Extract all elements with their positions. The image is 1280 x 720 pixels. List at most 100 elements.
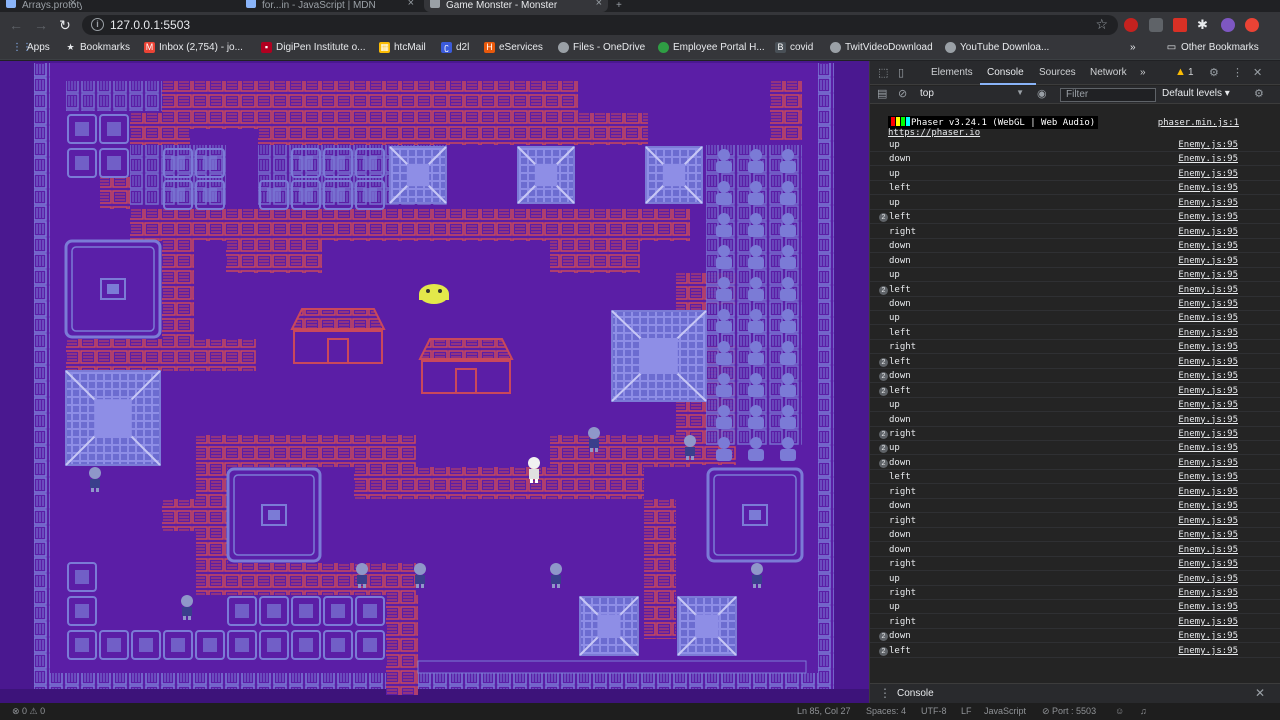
- indent-setting[interactable]: Spaces: 4: [866, 706, 906, 716]
- game-map[interactable]: [0, 61, 869, 703]
- log-source-link[interactable]: Enemy.js:95: [1178, 415, 1238, 425]
- log-source-link[interactable]: Enemy.js:95: [1178, 169, 1238, 179]
- drawer-menu-icon[interactable]: ⋮: [879, 686, 891, 700]
- log-source-link[interactable]: Enemy.js:95: [1178, 458, 1238, 468]
- device-toolbar-icon[interactable]: ▯: [898, 66, 904, 79]
- game-canvas[interactable]: [0, 61, 869, 703]
- console-settings-gear-icon[interactable]: ⚙: [1254, 87, 1264, 100]
- adblock-extension-icon[interactable]: [1124, 18, 1138, 32]
- log-source-link[interactable]: Enemy.js:95: [1178, 400, 1238, 410]
- other-bookmarks[interactable]: ▭ Other Bookmarks: [1166, 42, 1259, 53]
- more-bookmarks-button[interactable]: »: [1130, 42, 1136, 53]
- more-tabs-button[interactable]: »: [1140, 67, 1146, 78]
- eol-setting[interactable]: LF: [961, 706, 972, 716]
- log-source-link[interactable]: Enemy.js:95: [1178, 501, 1238, 511]
- bookmark-inbox[interactable]: M Inbox (2,754) - jo...: [144, 42, 243, 53]
- tab-mdn-forin[interactable]: for...in - JavaScript | MDN ×: [240, 0, 420, 12]
- log-source-link[interactable]: Enemy.js:95: [1178, 559, 1238, 569]
- cursor-position[interactable]: Ln 85, Col 27: [797, 706, 851, 716]
- site-info-icon[interactable]: i: [91, 18, 104, 31]
- log-source-link[interactable]: Enemy.js:95: [1178, 617, 1238, 627]
- notifications-bell-icon[interactable]: ♫: [1140, 706, 1147, 716]
- tab-console[interactable]: Console: [987, 67, 1024, 78]
- bookmark-apps[interactable]: ⋮⋮ Apps: [12, 42, 50, 53]
- log-source-link[interactable]: Enemy.js:95: [1178, 140, 1238, 150]
- log-source-link[interactable]: Enemy.js:95: [1178, 530, 1238, 540]
- problems-indicator[interactable]: ⊗ 0 ⚠ 0: [12, 706, 45, 717]
- log-source-link[interactable]: Enemy.js:95: [1178, 443, 1238, 453]
- phaser-url-link[interactable]: https://phaser.io: [888, 128, 980, 138]
- log-source-link[interactable]: Enemy.js:95: [1178, 342, 1238, 352]
- back-button[interactable]: ←: [7, 16, 25, 34]
- phaser-source-link[interactable]: phaser.min.js:1: [1158, 118, 1239, 128]
- log-source-link[interactable]: Enemy.js:95: [1178, 487, 1238, 497]
- bookmark-covid[interactable]: Bcovid: [775, 42, 813, 53]
- log-source-link[interactable]: Enemy.js:95: [1178, 472, 1238, 482]
- bookmark-star-icon[interactable]: ☆: [1095, 16, 1108, 33]
- inspect-element-icon[interactable]: ⬚: [878, 66, 888, 79]
- bookmark-eservices[interactable]: HeServices: [484, 42, 543, 53]
- log-source-link[interactable]: Enemy.js:95: [1178, 198, 1238, 208]
- profile-avatar[interactable]: [1221, 18, 1235, 32]
- bookmark-youtube-dl[interactable]: YouTube Downloa...: [945, 42, 1049, 53]
- language-mode[interactable]: JavaScript: [984, 706, 1026, 716]
- bookmark-employee-portal[interactable]: Employee Portal H...: [658, 42, 765, 53]
- pdf-extension-icon[interactable]: [1173, 18, 1187, 32]
- close-tab-icon[interactable]: ×: [70, 0, 76, 9]
- eye-live-expression-icon[interactable]: ◉: [1037, 87, 1047, 100]
- log-source-link[interactable]: Enemy.js:95: [1178, 212, 1238, 222]
- console-output[interactable]: Phaser v3.24.1 (WebGL | Web Audio) https…: [870, 105, 1280, 678]
- close-devtools-icon[interactable]: ✕: [1253, 66, 1262, 79]
- forward-button[interactable]: →: [32, 16, 50, 34]
- new-tab-button[interactable]: +: [612, 0, 632, 12]
- log-source-link[interactable]: Enemy.js:95: [1178, 285, 1238, 295]
- clear-console-icon[interactable]: ⊘: [898, 87, 907, 100]
- log-source-link[interactable]: Enemy.js:95: [1178, 299, 1238, 309]
- feedback-icon[interactable]: ☺: [1115, 706, 1124, 716]
- log-source-link[interactable]: Enemy.js:95: [1178, 313, 1238, 323]
- log-source-link[interactable]: Enemy.js:95: [1178, 154, 1238, 164]
- reload-button[interactable]: ↻: [56, 16, 74, 34]
- bookmark-twitvideo[interactable]: TwitVideoDownload: [830, 42, 933, 53]
- bookmark-d2l[interactable]: ʗ d2l: [441, 42, 469, 53]
- log-source-link[interactable]: Enemy.js:95: [1178, 371, 1238, 381]
- sidebar-toggle-icon[interactable]: ▤: [877, 87, 887, 100]
- extension-icon[interactable]: [1149, 18, 1163, 32]
- context-selector[interactable]: top ▼: [920, 88, 1026, 102]
- bookmark-bookmarks[interactable]: ★ Bookmarks: [65, 42, 130, 53]
- close-tab-icon[interactable]: ×: [408, 0, 414, 9]
- log-source-link[interactable]: Enemy.js:95: [1178, 545, 1238, 555]
- tab-sources[interactable]: Sources: [1039, 67, 1076, 78]
- bookmark-onedrive[interactable]: Files - OneDrive: [558, 42, 645, 53]
- bookmark-htcmail[interactable]: ▦ htcMail: [379, 42, 426, 53]
- log-source-link[interactable]: Enemy.js:95: [1178, 328, 1238, 338]
- settings-gear-icon[interactable]: ⚙: [1209, 66, 1219, 79]
- close-tab-icon[interactable]: ×: [596, 0, 602, 9]
- chrome-menu-icon[interactable]: [1245, 18, 1259, 32]
- log-source-link[interactable]: Enemy.js:95: [1178, 574, 1238, 584]
- log-source-link[interactable]: Enemy.js:95: [1178, 386, 1238, 396]
- log-source-link[interactable]: Enemy.js:95: [1178, 183, 1238, 193]
- tab-game[interactable]: Game Monster - Monster ×: [424, 0, 608, 12]
- log-source-link[interactable]: Enemy.js:95: [1178, 631, 1238, 641]
- log-source-link[interactable]: Enemy.js:95: [1178, 256, 1238, 266]
- live-server-port[interactable]: ⊘ Port : 5503: [1042, 706, 1096, 717]
- log-source-link[interactable]: Enemy.js:95: [1178, 227, 1238, 237]
- puzzle-extensions-icon[interactable]: ✱: [1197, 18, 1211, 32]
- log-source-link[interactable]: Enemy.js:95: [1178, 602, 1238, 612]
- log-source-link[interactable]: Enemy.js:95: [1178, 646, 1238, 656]
- tab-network[interactable]: Network: [1090, 67, 1127, 78]
- close-drawer-icon[interactable]: ✕: [1255, 686, 1265, 700]
- bookmark-digipen[interactable]: ▪ DigiPen Institute o...: [261, 42, 366, 53]
- log-source-link[interactable]: Enemy.js:95: [1178, 516, 1238, 526]
- tab-mdn-splice[interactable]: Arrays.prototype.splice() - JavaScript |…: [0, 0, 82, 12]
- encoding-setting[interactable]: UTF-8: [921, 706, 947, 716]
- log-source-link[interactable]: Enemy.js:95: [1178, 270, 1238, 280]
- drawer-tab-console[interactable]: Console: [897, 688, 934, 699]
- log-levels-dropdown[interactable]: Default levels ▾: [1162, 88, 1230, 99]
- log-source-link[interactable]: Enemy.js:95: [1178, 241, 1238, 251]
- console-filter-input[interactable]: Filter: [1060, 88, 1156, 102]
- kebab-menu-icon[interactable]: ⋮: [1232, 66, 1243, 79]
- tab-elements[interactable]: Elements: [931, 67, 973, 78]
- address-bar[interactable]: i 127.0.0.1:5503 ☆: [82, 15, 1118, 35]
